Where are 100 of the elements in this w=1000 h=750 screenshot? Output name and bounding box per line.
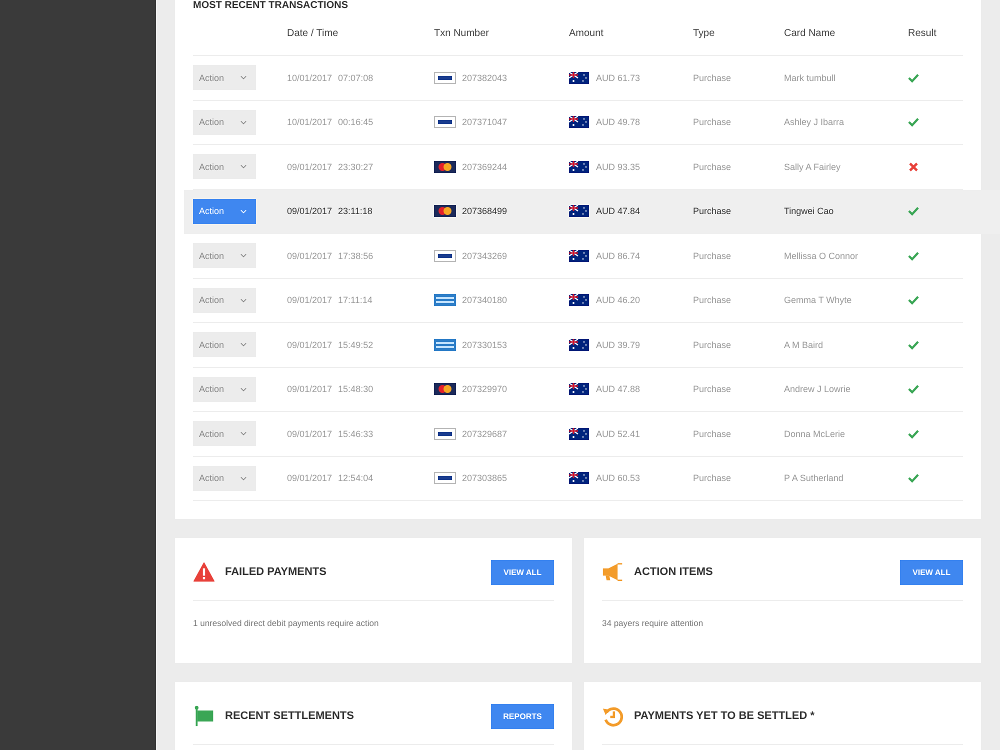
txn-number: 207329687 [462,428,508,439]
date-cell: 09/01/2017 [287,384,332,394]
warning-icon [193,561,215,583]
australia-flag-icon [569,205,589,218]
chevron-down-icon [240,342,247,348]
transaction-row[interactable]: Action 09/01/2017 15:49:52 207330153 AUD 39.79 Purchase A M Baird [193,323,963,368]
australia-flag-icon [569,294,589,306]
type-cell: Purchase [693,473,732,484]
date-cell: 09/01/2017 [287,473,332,484]
card-name-cell: Andrew J Lowrie [784,384,851,394]
action-dropdown[interactable]: Action [193,466,256,491]
column-header: Card Name [784,28,836,39]
transaction-row[interactable]: Action 10/01/2017 00:16:45 207371047 AUD 49.78 Purchase Ashley J Ibarra [193,100,963,145]
action-dropdown[interactable]: Action [193,198,256,224]
txn-number: 207329970 [462,384,508,394]
transaction-row[interactable]: Action 09/01/2017 15:46:33 207329687 AUD 52.41 Purchase Donna McLerie [193,412,963,456]
panel-message: 1 unresolved direct debit payments require action [193,618,380,628]
card-name-cell: A M Baird [784,340,824,350]
txn-number: 207368499 [462,206,508,216]
action-dropdown[interactable]: Action [193,154,256,180]
time-cell: 15:46:33 [338,428,374,439]
chevron-down-icon [240,386,247,392]
chevron-down-icon [240,120,247,125]
card-name-cell: Mark tumbull [784,72,836,83]
action-dropdown[interactable]: Action [193,376,256,402]
date-cell: 09/01/2017 [287,340,332,350]
chevron-down-icon [240,208,247,214]
panel-title: RECENT SETTLEMENTS [225,710,355,722]
chevron-down-icon [240,253,247,258]
australia-flag-icon [569,72,589,84]
action-dropdown[interactable]: Action [193,288,256,313]
australia-flag-icon [569,428,589,440]
type-cell: Purchase [693,162,732,172]
txn-number: 207343269 [462,250,508,261]
mastercard-icon [434,383,456,396]
panel-title: FAILED PAYMENTS [225,566,328,578]
time-cell: 17:11:14 [338,295,372,306]
transaction-row[interactable]: Action 09/01/2017 12:54:04 207303865 AUD 60.53 Purchase P A Sutherland [193,456,963,501]
amount-cell: AUD 46.20 [596,295,640,306]
panel-message: 34 payers require attention [602,618,704,628]
type-cell: Purchase [693,384,732,394]
column-header: Date / Time [287,28,340,39]
txn-number: 207382043 [462,72,508,83]
date-cell: 09/01/2017 [287,162,332,172]
mastercard-icon [434,205,456,218]
date-cell: 10/01/2017 [287,117,332,128]
card-name-cell: P A Sutherland [784,473,844,484]
type-cell: Purchase [693,428,732,439]
type-cell: Purchase [693,340,732,350]
action-dropdown[interactable]: Action [193,332,256,358]
mastercard-icon [434,160,456,173]
date-cell: 09/01/2017 [287,206,332,216]
amount-cell: AUD 93.35 [596,162,640,172]
transaction-row[interactable]: Action 09/01/2017 17:11:14 207340180 AUD 46.20 Purchase Gemma T Whyte [193,278,963,323]
australia-flag-icon [569,338,589,351]
type-cell: Purchase [693,117,732,128]
card-name-cell: Donna McLerie [784,428,846,439]
australia-flag-icon [569,472,589,484]
panel-title: ACTION ITEMS [634,566,714,578]
australia-flag-icon [569,160,589,173]
type-cell: Purchase [693,295,732,306]
panel-button[interactable]: VIEW ALL [900,560,963,584]
transaction-row[interactable]: Action 10/01/2017 07:07:08 207382043 AUD 61.73 Purchase Mark tumbull [193,56,963,100]
date-cell: 09/01/2017 [287,295,332,306]
action-dropdown[interactable]: Action [193,243,256,268]
date-cell: 09/01/2017 [287,250,332,261]
action-dropdown[interactable]: Action [193,421,256,446]
transaction-row[interactable]: Action 09/01/2017 17:38:56 207343269 AUD 86.74 Purchase Mellissa O Connor [193,234,963,278]
time-cell: 23:11:18 [338,206,372,216]
australia-flag-icon [569,116,589,128]
chevron-down-icon [240,476,247,481]
card-name-cell: Ashley J Ibarra [784,117,844,128]
panel-button[interactable]: VIEW ALL [491,560,554,584]
time-cell: 00:16:45 [338,117,374,128]
txn-number: 207371047 [462,117,508,128]
flag-icon [193,705,215,727]
time-cell: 07:07:08 [338,72,374,83]
panel-title: PAYMENTS YET TO BE SETTLED * [634,710,816,722]
chevron-down-icon [240,75,247,80]
history-icon [602,705,624,727]
amount-cell: AUD 61.73 [596,72,640,83]
type-cell: Purchase [693,72,732,83]
time-cell: 17:38:56 [338,250,374,261]
panel-button[interactable]: REPORTS [491,704,554,728]
column-header: Amount [569,28,604,39]
amount-cell: AUD 47.84 [596,206,640,216]
txn-number: 207330153 [462,340,508,350]
column-header: Result [908,28,938,39]
time-cell: 12:54:04 [338,473,374,484]
amount-cell: AUD 49.78 [596,117,640,128]
transaction-row[interactable]: Action 09/01/2017 15:48:30 207329970 AUD 47.88 Purchase Andrew J Lowrie [193,368,963,412]
type-cell: Purchase [693,206,732,216]
action-dropdown[interactable]: Action [193,110,256,135]
time-cell: 15:49:52 [338,340,374,350]
amount-cell: AUD 52.41 [596,428,640,439]
amount-cell: AUD 39.79 [596,340,640,350]
time-cell: 15:48:30 [338,384,374,394]
chevron-down-icon [240,431,247,436]
card-name-cell: Mellissa O Connor [784,250,858,261]
action-dropdown[interactable]: Action [193,65,256,90]
